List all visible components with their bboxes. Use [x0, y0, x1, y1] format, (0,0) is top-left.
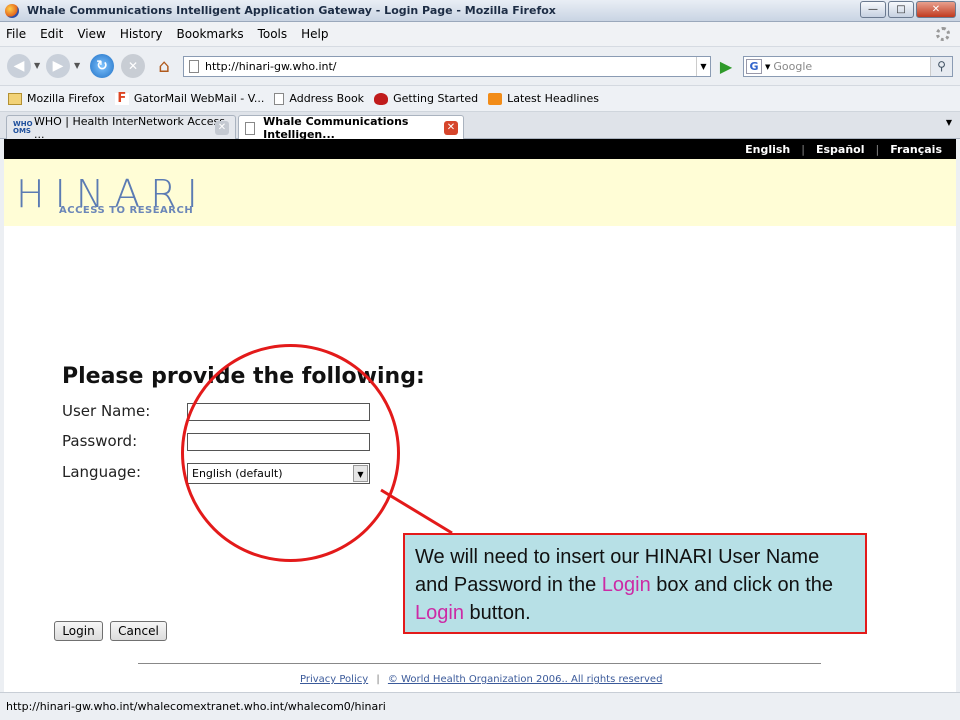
- lang-english-link[interactable]: English: [745, 143, 790, 156]
- menu-bar: File Edit View History Bookmarks Tools H…: [0, 22, 960, 47]
- tab-whale[interactable]: Whale Communications Intelligen... ✕: [238, 115, 464, 141]
- window-title: Whale Communications Intelligent Applica…: [27, 4, 556, 17]
- reload-button[interactable]: ↻: [90, 54, 114, 78]
- menu-tools[interactable]: Tools: [258, 27, 288, 41]
- menu-view[interactable]: View: [77, 27, 105, 41]
- forward-history-dropdown[interactable]: ▼: [74, 61, 80, 70]
- folder-icon: [8, 92, 22, 105]
- forward-arrow-icon: ▶: [52, 58, 64, 74]
- go-button[interactable]: ▶: [715, 57, 737, 76]
- privacy-policy-link[interactable]: Privacy Policy: [300, 674, 368, 685]
- cancel-button[interactable]: Cancel: [110, 621, 167, 641]
- bookmark-mozilla-firefox[interactable]: Mozilla Firefox: [8, 92, 105, 105]
- lang-espanol-link[interactable]: Español: [816, 143, 865, 156]
- copyright-link[interactable]: © World Health Organization 2006.. All r…: [388, 674, 663, 685]
- hinari-logo: HINARI ACCESS TO RESEARCH: [16, 172, 208, 216]
- window-border-right: [956, 139, 960, 692]
- gatormail-f-icon: F: [114, 92, 129, 105]
- hinari-banner: HINARI ACCESS TO RESEARCH: [4, 159, 956, 226]
- back-history-dropdown[interactable]: ▼: [34, 61, 40, 70]
- google-engine-icon[interactable]: G: [746, 59, 762, 74]
- list-all-tabs-icon[interactable]: ▼: [942, 118, 956, 132]
- address-input[interactable]: http://hinari-gw.who.int/: [205, 60, 337, 73]
- stop-icon: ✕: [127, 59, 139, 73]
- menu-history[interactable]: History: [120, 27, 163, 41]
- window-titlebar: Whale Communications Intelligent Applica…: [0, 0, 960, 22]
- status-bar: http://hinari-gw.who.int/whalecomextrane…: [0, 692, 960, 720]
- tab-who[interactable]: WHO OMS WHO | Health InterNetwork Access…: [6, 115, 236, 141]
- address-dropdown[interactable]: ▼: [696, 57, 710, 76]
- search-bar[interactable]: G ▼ Google ⚲: [743, 56, 953, 77]
- menu-bookmarks[interactable]: Bookmarks: [177, 27, 244, 41]
- home-icon: ⌂: [158, 55, 170, 77]
- bookmark-address-book[interactable]: Address Book: [274, 92, 364, 105]
- forward-button[interactable]: ▶: [46, 54, 70, 78]
- maximize-button[interactable]: □: [888, 1, 914, 18]
- navigation-toolbar: ◀ ▼ ▶ ▼ ↻ ✕ ⌂ http://hinari-gw.who.int/ …: [0, 47, 960, 86]
- stop-button[interactable]: ✕: [121, 54, 145, 78]
- callout-note: We will need to insert our HINARI User N…: [403, 533, 867, 634]
- who-favicon: WHO OMS: [13, 119, 33, 135]
- menu-file[interactable]: File: [6, 27, 26, 41]
- footer: Privacy Policy | © World Health Organiza…: [300, 674, 663, 685]
- footer-divider: [138, 663, 821, 664]
- back-arrow-icon: ◀: [13, 58, 25, 74]
- callout-circle: [181, 344, 400, 562]
- bookmark-latest-headlines[interactable]: Latest Headlines: [488, 92, 599, 105]
- password-label: Password:: [62, 432, 138, 450]
- lang-francais-link[interactable]: Français: [890, 143, 942, 156]
- address-bar[interactable]: http://hinari-gw.who.int/ ▼: [183, 56, 711, 77]
- close-window-button[interactable]: ✕: [916, 1, 956, 18]
- menu-help[interactable]: Help: [301, 27, 328, 41]
- activity-throbber-icon: [936, 27, 950, 41]
- reload-icon: ↻: [96, 58, 108, 74]
- getting-started-icon: [374, 92, 389, 105]
- tab-bar: WHO OMS WHO | Health InterNetwork Access…: [0, 112, 960, 141]
- language-bar: English | Español | Français: [4, 139, 956, 159]
- search-input[interactable]: Google: [773, 60, 812, 73]
- firefox-icon: [5, 3, 19, 18]
- engine-dropdown-icon[interactable]: ▼: [765, 63, 770, 71]
- search-icon[interactable]: ⚲: [930, 57, 952, 76]
- home-button[interactable]: ⌂: [152, 54, 176, 78]
- rss-icon: [488, 92, 503, 105]
- minimize-button[interactable]: —: [860, 1, 886, 18]
- language-label: Language:: [62, 463, 142, 481]
- menu-edit[interactable]: Edit: [40, 27, 63, 41]
- close-tab-icon[interactable]: ✕: [444, 121, 458, 135]
- page-icon: [245, 121, 256, 135]
- bookmark-gatormail[interactable]: F GatorMail WebMail - V...: [114, 92, 264, 105]
- username-label: User Name:: [62, 402, 151, 420]
- page-icon: [189, 60, 199, 73]
- back-button[interactable]: ◀: [7, 54, 31, 78]
- bookmark-getting-started[interactable]: Getting Started: [374, 92, 478, 105]
- page-icon: [274, 92, 285, 105]
- close-tab-icon[interactable]: ✕: [215, 121, 229, 135]
- status-text: http://hinari-gw.who.int/whalecomextrane…: [6, 700, 386, 713]
- bookmarks-toolbar: Mozilla Firefox F GatorMail WebMail - V.…: [0, 86, 960, 112]
- login-button[interactable]: Login: [54, 621, 103, 641]
